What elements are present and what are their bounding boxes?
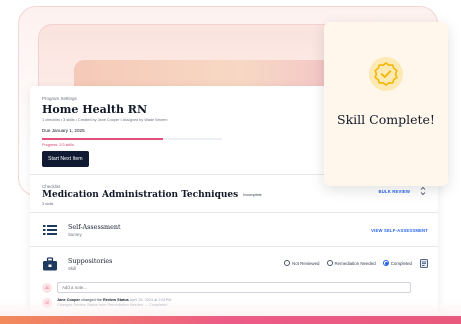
list-item-suppositories: Suppositories Skill Not Reviewed Remedia…: [30, 246, 438, 280]
item-title: Self-Assessment: [68, 222, 121, 231]
radio-circle[interactable]: [326, 260, 333, 266]
skill-complete-card: Skill Complete!: [324, 22, 448, 186]
add-note-input[interactable]: [57, 282, 411, 293]
radio-label: Remediation Needed: [334, 260, 376, 266]
radio-not-reviewed[interactable]: Not Reviewed: [284, 260, 320, 266]
radio-completed[interactable]: Completed: [382, 260, 412, 266]
rubric-document-icon[interactable]: [420, 259, 428, 268]
checklist-title: Medication Administration Techniques: [42, 190, 239, 200]
status-badge: Incomplete: [243, 193, 262, 197]
radio-label: Completed: [390, 260, 412, 266]
bottom-fade: [0, 300, 461, 316]
skill-complete-text: Skill Complete!: [337, 112, 435, 127]
avatar: JC: [42, 282, 52, 293]
bottom-gradient-bar: [0, 316, 461, 324]
item-texts: Self-Assessment Survey: [68, 223, 121, 237]
bulk-review-button[interactable]: BULK REVIEW: [378, 189, 410, 194]
checklist-title-row: Medication Administration Techniques Inc…: [42, 190, 426, 200]
radio-remediation-needed[interactable]: Remediation Needed: [326, 260, 376, 266]
progress-bar: [42, 138, 222, 140]
checklist-meta: 3 skills: [42, 202, 54, 206]
radio-circle[interactable]: [284, 260, 291, 266]
item-texts: Suppositories Skill: [68, 257, 112, 271]
view-self-assessment-link[interactable]: VIEW SELF-ASSESSMENT: [371, 228, 428, 233]
collapse-chevrons-icon[interactable]: [420, 186, 426, 196]
note-row: JC: [30, 280, 438, 293]
item-title: Suppositories: [68, 256, 113, 265]
progress-bar-fill: [42, 138, 163, 140]
medal-check-icon: [369, 57, 403, 91]
briefcase-icon: [43, 256, 57, 270]
radio-circle-selected[interactable]: [382, 260, 389, 266]
item-subtitle: Survey: [68, 231, 82, 237]
item-subtitle: Skill: [68, 265, 77, 271]
radio-label: Not Reviewed: [292, 260, 320, 266]
start-next-item-button[interactable]: Start Next Item: [42, 151, 89, 167]
list-icon: [43, 224, 57, 235]
list-item-self-assessment[interactable]: Self-Assessment Survey VIEW SELF-ASSESSM…: [30, 212, 438, 246]
review-status-radio-group: Not Reviewed Remediation Needed Complete…: [284, 260, 412, 266]
